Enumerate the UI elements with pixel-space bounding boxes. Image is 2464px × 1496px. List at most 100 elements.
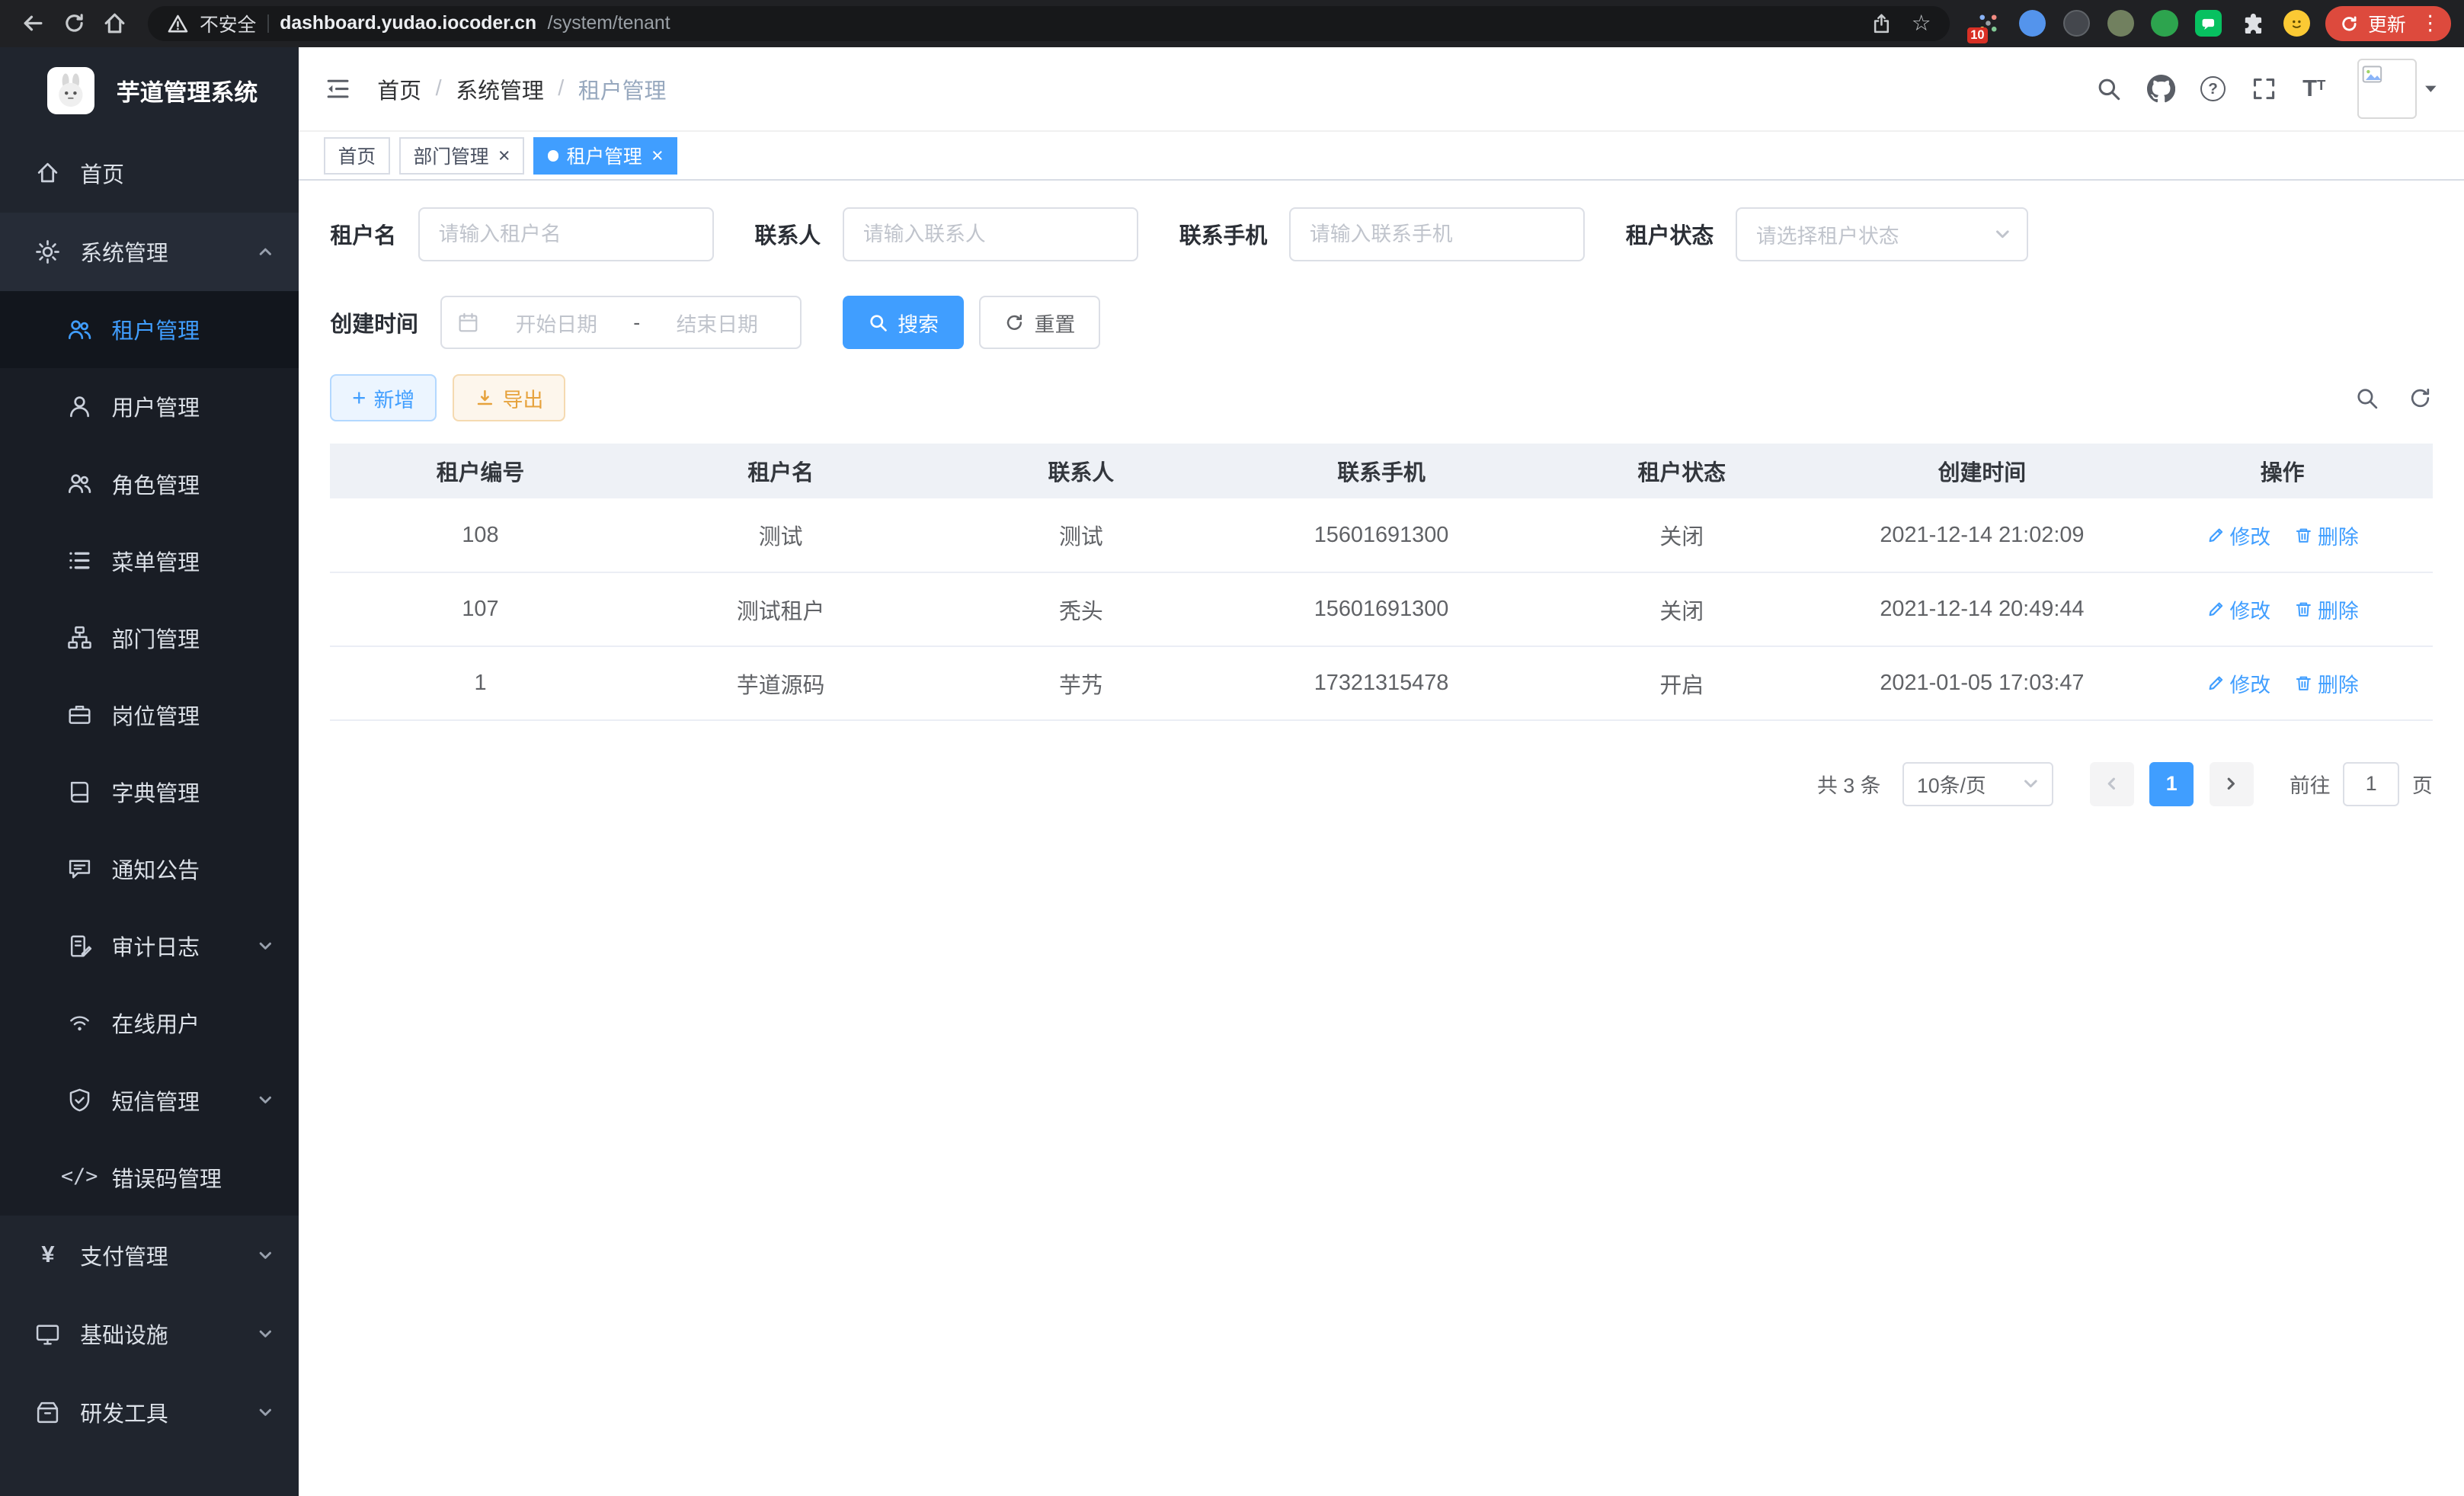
share-icon[interactable]: [1870, 13, 1893, 35]
browser-toolbar: 不安全 dashboard.yudao.iocoder.cn /system/t…: [0, 0, 2464, 47]
sidebar-item-home[interactable]: 首页: [0, 133, 299, 212]
contact-input[interactable]: [843, 207, 1138, 261]
update-label: 更新: [2368, 10, 2406, 37]
phone-input[interactable]: [1289, 207, 1585, 261]
menu-fold-icon[interactable]: [324, 75, 352, 103]
hide-search-icon[interactable]: [2354, 386, 2379, 411]
delete-link[interactable]: 删除: [2294, 668, 2359, 698]
goto-unit: 页: [2412, 769, 2433, 799]
github-icon[interactable]: [2147, 75, 2175, 103]
sidebar-item-post-management[interactable]: 岗位管理: [0, 676, 299, 753]
breadcrumb-system[interactable]: 系统管理: [456, 73, 544, 105]
delete-link[interactable]: 删除: [2294, 594, 2359, 624]
home-icon[interactable]: [94, 3, 136, 44]
user-icon: [66, 394, 93, 419]
sidebar-item-dict-management[interactable]: 字典管理: [0, 754, 299, 831]
sidebar-item-label: 研发工具: [80, 1396, 168, 1428]
help-icon[interactable]: ?: [2200, 76, 2226, 101]
app-logo-row[interactable]: 芋道管理系统: [0, 47, 299, 134]
next-page-button[interactable]: [2210, 762, 2254, 806]
sidebar-item-menu-management[interactable]: 菜单管理: [0, 522, 299, 599]
extension-chat-icon[interactable]: [2195, 10, 2222, 37]
extension-green-icon[interactable]: [2151, 10, 2178, 37]
edit-link[interactable]: 修改: [2206, 521, 2271, 550]
search-button[interactable]: 搜索: [843, 296, 964, 349]
sidebar-item-sms-management[interactable]: 短信管理: [0, 1062, 299, 1139]
home-icon: [34, 160, 61, 185]
user-avatar-menu[interactable]: [2357, 59, 2439, 118]
status-select[interactable]: 请选择租户状态: [1736, 207, 2028, 261]
edit-link[interactable]: 修改: [2206, 668, 2271, 698]
end-date-placeholder: 结束日期: [650, 308, 785, 338]
sidebar-item-tenant-management[interactable]: 租户管理: [0, 291, 299, 368]
filter-form-row-1: 租户名 联系人 联系手机 租户状态 请选择租户状态: [330, 207, 2432, 261]
url-host[interactable]: dashboard.yudao.iocoder.cn: [280, 13, 536, 34]
tag-tenant-management[interactable]: 租户管理 ×: [533, 137, 677, 175]
sidebar-item-audit-log[interactable]: 审计日志: [0, 908, 299, 985]
tag-dept-management[interactable]: 部门管理 ×: [399, 137, 524, 175]
delete-link[interactable]: 删除: [2294, 521, 2359, 550]
total-count: 共 3 条: [1817, 769, 1880, 799]
puzzle-icon[interactable]: [2239, 10, 2266, 37]
tenant-name-input[interactable]: [418, 207, 714, 261]
sidebar-item-system-management[interactable]: 系统管理: [0, 213, 299, 291]
book-icon: [66, 780, 93, 805]
pagination: 共 3 条 10条/页 1 前往: [330, 762, 2432, 806]
menu-dots-icon[interactable]: ⋮: [2415, 11, 2445, 35]
briefcase-icon: [66, 702, 93, 727]
export-button[interactable]: 导出: [453, 374, 565, 421]
reload-icon[interactable]: [53, 3, 94, 44]
col-contact: 联系人: [931, 444, 1231, 498]
sidebar-item-online-users[interactable]: 在线用户: [0, 985, 299, 1062]
breadcrumb: 首页 / 系统管理 / 租户管理: [377, 73, 666, 105]
create-time-range-picker[interactable]: 开始日期 - 结束日期: [440, 296, 802, 349]
extension-blue-icon[interactable]: [2019, 10, 2046, 37]
extension-dots-icon[interactable]: 10: [1975, 10, 2002, 37]
extension-dark-icon[interactable]: [2063, 10, 2090, 37]
chevron-down-icon: [258, 1092, 274, 1108]
url-path[interactable]: /system/tenant: [548, 13, 1860, 34]
extension-olive-icon[interactable]: [2107, 10, 2134, 37]
phone-label: 联系手机: [1179, 218, 1268, 250]
sidebar-item-pay-management[interactable]: ¥ 支付管理: [0, 1216, 299, 1294]
address-bar[interactable]: 不安全 dashboard.yudao.iocoder.cn /system/t…: [148, 6, 1950, 40]
contact-label: 联系人: [755, 218, 821, 250]
calendar-icon: [457, 312, 479, 334]
add-button[interactable]: + 新增: [330, 374, 437, 421]
close-icon[interactable]: ×: [498, 146, 510, 166]
back-icon[interactable]: [13, 3, 54, 44]
reset-button[interactable]: 重置: [979, 296, 1100, 349]
browser-update-button[interactable]: 更新 ⋮: [2325, 6, 2451, 40]
prev-page-button[interactable]: [2090, 762, 2134, 806]
sidebar-item-infrastructure[interactable]: 基础设施: [0, 1294, 299, 1373]
goto-page-input[interactable]: [2343, 762, 2399, 806]
sidebar-item-user-management[interactable]: 用户管理: [0, 368, 299, 445]
users-icon: [66, 317, 93, 342]
fullscreen-icon[interactable]: [2251, 75, 2277, 102]
sidebar-item-label: 审计日志: [112, 930, 200, 962]
sidebar-item-dept-management[interactable]: 部门管理: [0, 599, 299, 676]
warning-icon: [167, 13, 189, 35]
breadcrumb-home[interactable]: 首页: [377, 73, 421, 105]
toolbox-icon: [34, 1400, 61, 1425]
table-row: 1 芋道源码 芋艿 17321315478 开启 2021-01-05 17:0…: [330, 646, 2432, 720]
extension-face-icon[interactable]: [2283, 10, 2310, 37]
sidebar-item-label: 通知公告: [112, 853, 200, 885]
edit-link[interactable]: 修改: [2206, 594, 2271, 624]
sidebar-item-role-management[interactable]: 角色管理: [0, 445, 299, 522]
current-page-button[interactable]: 1: [2149, 762, 2194, 806]
page-size-select[interactable]: 10条/页: [1902, 762, 2053, 806]
sidebar-item-notice[interactable]: 通知公告: [0, 831, 299, 908]
search-icon[interactable]: [2095, 75, 2122, 102]
sidebar-item-label: 基础设施: [80, 1318, 168, 1350]
bookmark-star-icon[interactable]: ☆: [1912, 13, 1931, 35]
font-size-icon[interactable]: TT: [2302, 77, 2325, 101]
chevron-up-icon: [258, 244, 274, 260]
security-label[interactable]: 不安全: [200, 10, 256, 37]
refresh-icon[interactable]: [2408, 386, 2433, 411]
close-icon[interactable]: ×: [651, 146, 664, 166]
sidebar-item-dev-tools[interactable]: 研发工具: [0, 1373, 299, 1452]
tag-home[interactable]: 首页: [324, 137, 390, 175]
extensions-tray: 10: [1975, 10, 2309, 37]
sidebar-item-error-code[interactable]: </> 错误码管理: [0, 1139, 299, 1216]
